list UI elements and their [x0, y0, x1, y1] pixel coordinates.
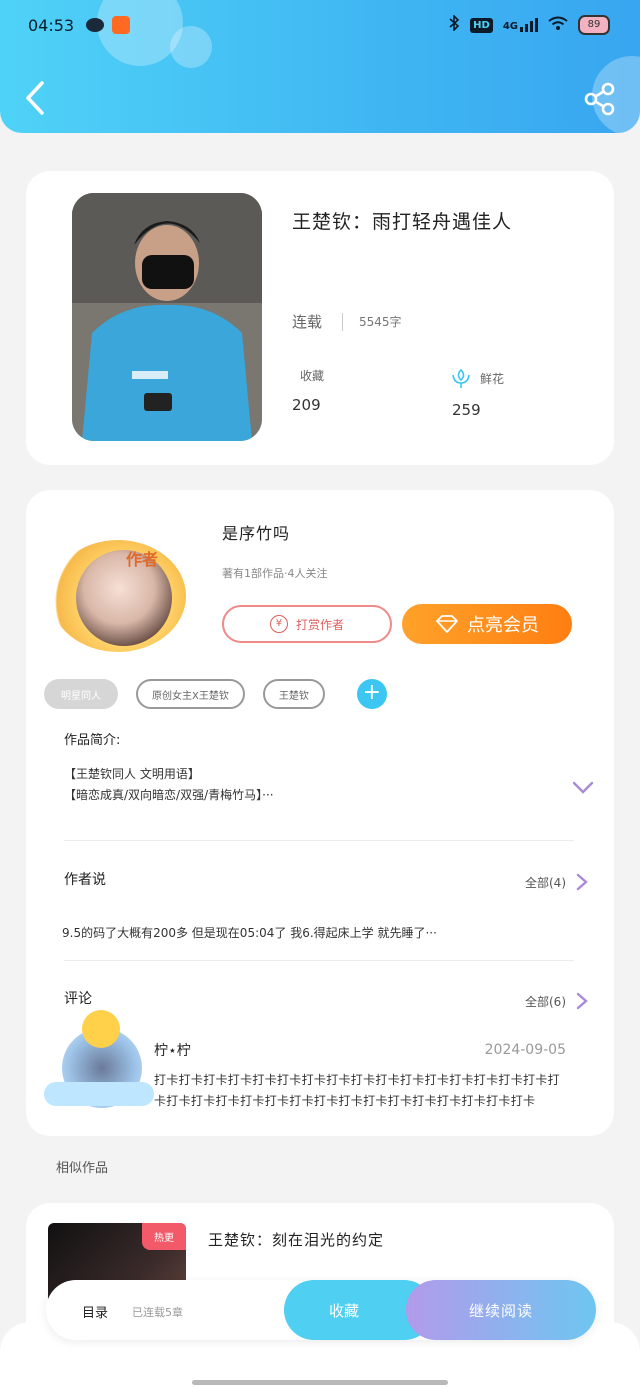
- tag-item[interactable]: 原创女主X王楚钦: [136, 679, 245, 709]
- add-tag-button[interactable]: +: [356, 679, 387, 709]
- intro-line: 【暗恋成真/双向暗恋/双强/青梅竹马】···: [64, 788, 274, 802]
- tip-author-label: 打赏作者: [295, 617, 344, 632]
- author-badge: 作者: [126, 550, 159, 569]
- back-button[interactable]: [22, 80, 52, 116]
- author-says-all-label: 全部(4): [525, 875, 566, 890]
- bottom-action-bar: 目录 已连载5章 收藏 继续阅读: [46, 1280, 596, 1340]
- book-status-row: 连载 5545字: [292, 311, 402, 332]
- tip-author-button[interactable]: ¥ 打赏作者: [222, 605, 392, 643]
- author-meta: 著有1部作品·4人关注: [222, 567, 328, 580]
- wechat-notification-icon: [86, 18, 105, 32]
- comments-all-label: 全部(6): [525, 994, 566, 1009]
- divider: [342, 312, 344, 331]
- book-cover-image[interactable]: [72, 193, 262, 441]
- home-indicator[interactable]: [192, 1380, 448, 1385]
- status-bar: 04:53 HD 4G 89: [28, 10, 610, 40]
- favorites-count: 209: [292, 396, 321, 414]
- commenter-name[interactable]: 柠⋆柠: [154, 1040, 191, 1060]
- comment-text: 打卡打卡打卡打卡打卡打卡打卡打卡打卡打卡打卡打卡打卡打卡打卡打卡打卡打卡打卡打卡…: [154, 1073, 560, 1108]
- share-button[interactable]: [584, 82, 616, 116]
- network-type: 4G: [502, 21, 518, 32]
- status-time: 04:53: [28, 15, 75, 35]
- flowers-stat[interactable]: 鲜花 259: [450, 367, 504, 419]
- chevron-right-icon: [576, 873, 588, 891]
- similar-works-title: 相似作品: [56, 1161, 109, 1176]
- author-says-text: 9.5的码了大概有200多 但是现在05:04了 我6.得起床上学 就先睡了··…: [62, 926, 437, 940]
- book-details-card: 作者 是序竹吗 著有1部作品·4人关注 ¥ 打赏作者 点亮会员 明星同人 原创女…: [26, 490, 614, 1136]
- yen-icon: ¥: [269, 615, 288, 633]
- flowers-label: 鲜花: [480, 371, 505, 386]
- book-info-card: 王楚钦：雨打轻舟遇佳人 连载 5545字 收藏 209 鲜花 259: [26, 171, 614, 465]
- chevron-right-icon: [576, 992, 588, 1010]
- cloud-decoration: [44, 1082, 154, 1106]
- top-header: 04:53 HD 4G 89: [0, 0, 640, 133]
- bluetooth-icon: [448, 14, 460, 35]
- author-name[interactable]: 是序竹吗: [222, 520, 290, 544]
- back-arrow-icon: [26, 81, 44, 115]
- divider: [64, 960, 574, 961]
- table-of-contents-button[interactable]: 目录: [82, 1302, 108, 1321]
- diamond-icon: [436, 615, 458, 633]
- plus-icon: +: [362, 680, 382, 705]
- vip-label: 点亮会员: [467, 615, 539, 636]
- tag-item[interactable]: 明星同人: [44, 679, 118, 709]
- continue-reading-button[interactable]: 继续阅读: [406, 1280, 596, 1340]
- comments-all-link[interactable]: 全部(6): [525, 992, 588, 1010]
- flower-icon: [452, 368, 470, 388]
- continue-reading-label: 继续阅读: [468, 1301, 533, 1320]
- intro-text: 【王楚钦同人 文明用语】 【暗恋成真/双向暗恋/双强/青梅竹马】···: [64, 764, 274, 806]
- chapter-count: 已连载5章: [132, 1306, 183, 1319]
- tag-list: 明星同人 原创女主X王楚钦 王楚钦 +: [44, 679, 387, 709]
- hot-badge: 热更: [142, 1223, 186, 1250]
- chevron-down-icon: [572, 781, 594, 794]
- wifi-icon: [548, 16, 568, 34]
- kuaishou-notification-icon: [112, 16, 131, 34]
- share-icon: [584, 82, 615, 116]
- moon-decoration: [82, 1010, 120, 1048]
- author-says-title: 作者说: [64, 872, 106, 888]
- tag-item[interactable]: 王楚钦: [262, 679, 325, 709]
- similar-work-title[interactable]: 王楚钦：刻在泪光的约定: [208, 1229, 384, 1250]
- comments-title: 评论: [64, 991, 92, 1007]
- intro-line: 【王楚钦同人 文明用语】: [64, 767, 200, 781]
- favorites-stat: 收藏 209: [292, 367, 324, 414]
- hd-badge: HD: [470, 17, 493, 33]
- word-count: 5545字: [359, 315, 402, 329]
- battery-indicator: 89: [578, 15, 610, 35]
- book-title: 王楚钦：雨打轻舟遇佳人: [292, 211, 513, 233]
- vip-button[interactable]: 点亮会员: [402, 604, 572, 644]
- serial-status: 连载: [292, 313, 323, 331]
- commenter-avatar[interactable]: [44, 1010, 154, 1114]
- divider: [64, 840, 574, 841]
- expand-intro-button[interactable]: [572, 780, 594, 794]
- flowers-count: 259: [452, 401, 481, 419]
- author-says-all-link[interactable]: 全部(4): [525, 873, 588, 891]
- favorite-label: 收藏: [328, 1301, 359, 1320]
- comment-date: 2024-09-05: [484, 1042, 566, 1058]
- signal-icon: 4G: [503, 18, 538, 32]
- favorites-label: 收藏: [300, 369, 325, 383]
- intro-title: 作品简介:: [64, 733, 121, 748]
